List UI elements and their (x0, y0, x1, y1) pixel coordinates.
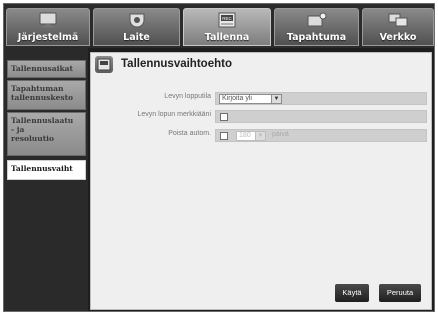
chevron-down-icon: ▼ (255, 132, 265, 140)
tab-jarjestelma[interactable]: Järjestelmä (6, 8, 90, 46)
sidebar-item-tallennusvaihtoehto[interactable]: Tallennusvaiht (7, 160, 86, 180)
auto-delete-row: Poista autom. 180 ▼ päivä (91, 129, 431, 142)
tab-label: Tapahtuma (286, 32, 347, 43)
panel-header: Tallennusvaihtoehto (91, 53, 431, 77)
chevron-down-icon: ▼ (271, 95, 281, 103)
app-window: Järjestelmä Laite REC Tallenna Tapahtuma… (3, 3, 435, 312)
tab-tapahtuma[interactable]: Tapahtuma (274, 8, 359, 46)
tab-label: Tallenna (204, 32, 250, 43)
tab-tallenna[interactable]: REC Tallenna (183, 8, 271, 46)
tab-label: Laite (123, 32, 150, 43)
top-tab-bar: Järjestelmä Laite REC Tallenna Tapahtuma… (4, 4, 434, 48)
disk-beep-label: Levyn lopun merkkiääni (137, 111, 211, 118)
disk-beep-field (215, 110, 427, 123)
auto-delete-unit: päivä (272, 131, 289, 138)
settings-panel: Tallennusvaihtoehto Levyn lopputila Kirj… (90, 52, 432, 310)
auto-delete-checkbox[interactable] (220, 132, 228, 140)
tab-verkko[interactable]: Verkko (362, 8, 434, 46)
disk-end-row: Levyn lopputila Kirjoita yli ▼ (91, 92, 431, 105)
page-title: Tallennusvaihtoehto (121, 58, 232, 70)
event-icon (307, 12, 326, 27)
auto-delete-days-value: 180 (239, 132, 251, 139)
cancel-button[interactable]: Peruuta (379, 284, 421, 302)
tab-label: Verkko (379, 32, 417, 43)
sidebar: Tallennusaikat Tapahtuman tallennuskesto… (4, 48, 88, 311)
monitor-icon (39, 12, 57, 28)
apply-button[interactable]: Käytä (335, 284, 369, 302)
disk-end-label: Levyn lopputila (164, 93, 211, 100)
disk-end-select[interactable]: Kirjoita yli ▼ (219, 94, 282, 104)
record-icon: REC (218, 12, 236, 28)
svg-text:REC: REC (222, 16, 232, 21)
record-icon (95, 56, 113, 73)
sidebar-item-tallennuslaatu[interactable]: Tallennuslaatu - ja resoluutio (7, 112, 86, 156)
disk-end-field: Kirjoita yli ▼ (215, 92, 427, 105)
network-icon (388, 13, 408, 27)
disk-beep-row: Levyn lopun merkkiääni (91, 110, 431, 123)
tab-label: Järjestelmä (17, 32, 79, 43)
camera-icon (129, 13, 144, 28)
auto-delete-field: 180 ▼ päivä (215, 129, 427, 142)
disk-end-select-value: Kirjoita yli (222, 95, 252, 102)
sidebar-item-tallennusaikat[interactable]: Tallennusaikat (7, 60, 86, 78)
tab-laite[interactable]: Laite (93, 8, 180, 46)
auto-delete-days-select[interactable]: 180 ▼ (236, 131, 266, 141)
sidebar-item-tapahtuman-tallennuskesto[interactable]: Tapahtuman tallennuskesto (7, 80, 86, 110)
disk-beep-checkbox[interactable] (220, 113, 228, 121)
auto-delete-label: Poista autom. (168, 130, 211, 137)
